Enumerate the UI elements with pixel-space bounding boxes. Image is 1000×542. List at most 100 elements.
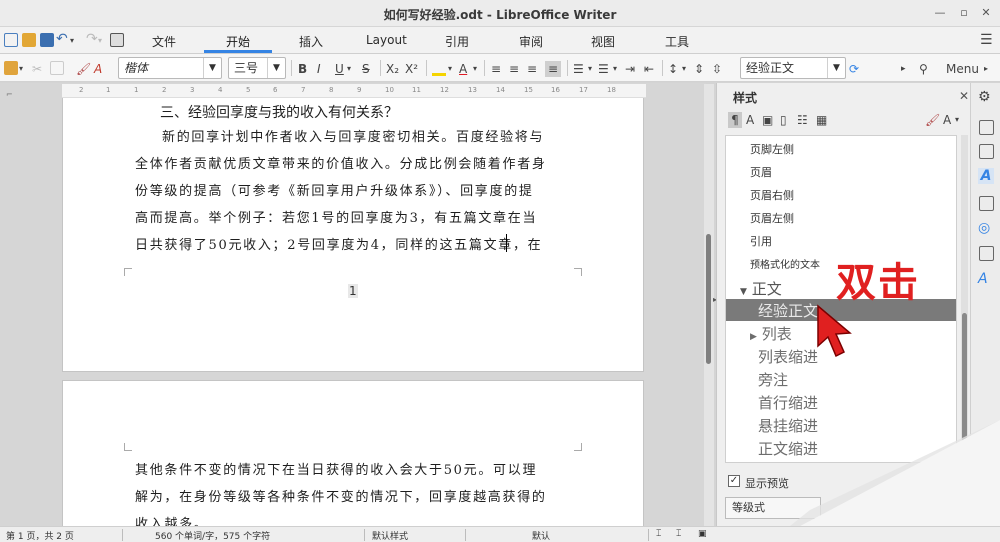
tab-file[interactable]: 文件 xyxy=(152,33,176,50)
styles-inspector-icon[interactable]: ⚲ xyxy=(919,61,928,77)
new-style-icon[interactable]: A xyxy=(943,112,951,128)
insert-mode-icon[interactable]: ⌶ xyxy=(656,529,661,539)
highlight-dropdown-icon[interactable]: ▾ xyxy=(448,61,452,77)
font-color-dropdown-icon[interactable]: ▾ xyxy=(473,61,477,77)
bullet-list-icon[interactable]: ☰ xyxy=(573,61,584,77)
strikethrough-button[interactable]: S xyxy=(362,61,370,77)
italic-button[interactable]: I xyxy=(317,61,321,77)
style-item[interactable]: 预格式化的文本 xyxy=(750,256,820,271)
paragraph-style-dropdown-icon[interactable]: ▼ xyxy=(827,58,845,78)
increase-indent-icon[interactable]: ⇥ xyxy=(625,61,635,77)
expand-arrow-icon[interactable]: ▼ xyxy=(740,287,747,297)
redo-icon[interactable]: ↷ xyxy=(86,31,98,47)
style-list-scrollbar[interactable] xyxy=(961,135,968,463)
numbered-list-icon[interactable]: ☰ xyxy=(598,61,609,77)
numbered-list-dropdown-icon[interactable]: ▾ xyxy=(613,61,617,77)
tab-layout[interactable]: Layout xyxy=(366,33,407,47)
save-icon[interactable] xyxy=(40,33,54,47)
tab-tools[interactable]: 工具 xyxy=(665,33,689,50)
page-styles-icon[interactable]: ▯ xyxy=(780,112,787,128)
word-count[interactable]: 560 个单词/字，575 个字符 xyxy=(155,529,270,542)
font-size-combo[interactable]: 三号 ▼ xyxy=(228,57,286,79)
paragraph-style-combo[interactable]: 经验正文 ▼ xyxy=(740,57,846,79)
bold-button[interactable]: B xyxy=(298,61,307,77)
page-count[interactable]: 第 1 页，共 2 页 xyxy=(6,529,74,542)
font-name-dropdown-icon[interactable]: ▼ xyxy=(203,58,221,78)
toolbar-overflow-icon[interactable]: ▸ xyxy=(901,61,906,77)
tab-home[interactable]: 开始 xyxy=(226,33,250,50)
character-styles-icon[interactable]: A xyxy=(746,112,754,128)
style-item[interactable]: 旁注 xyxy=(758,369,788,390)
frame-styles-icon[interactable]: ▣ xyxy=(762,112,773,128)
document-scrollbar[interactable] xyxy=(704,84,714,526)
style-item[interactable]: 首行缩进 xyxy=(758,392,818,413)
maximize-icon[interactable]: ▫ xyxy=(956,5,972,21)
clone-formatting-icon[interactable]: 🖌 xyxy=(76,61,91,77)
redo-dropdown-icon[interactable]: ▾ xyxy=(98,33,102,49)
paragraph-spacing-alt-icon[interactable]: ⇳ xyxy=(712,61,722,77)
manage-changes-deck-icon[interactable] xyxy=(979,246,994,261)
selection-mode-icon[interactable]: ⌶ xyxy=(676,529,681,539)
gallery-deck-icon[interactable] xyxy=(979,196,994,211)
tab-references[interactable]: 引用 xyxy=(445,33,469,50)
tab-insert[interactable]: 插入 xyxy=(299,33,323,50)
style-item[interactable]: 页眉 xyxy=(750,164,772,180)
highlight-color-icon[interactable] xyxy=(432,61,446,77)
style-group-row[interactable]: ▼ 正文 xyxy=(740,278,782,299)
line-spacing-dropdown-icon[interactable]: ▾ xyxy=(682,61,686,77)
decrease-indent-icon[interactable]: ⇤ xyxy=(644,61,654,77)
show-preview-checkbox[interactable]: ✓ xyxy=(728,475,740,487)
copy-icon[interactable] xyxy=(50,61,64,75)
style-item[interactable]: 列表缩进 xyxy=(758,346,818,367)
fill-format-icon[interactable]: 🖌 xyxy=(925,112,940,128)
paragraph-styles-icon[interactable]: ¶ xyxy=(728,112,742,128)
underline-dropdown-icon[interactable]: ▾ xyxy=(347,61,351,77)
font-name-combo[interactable]: 楷体 ▼ xyxy=(118,57,222,79)
font-color-icon[interactable]: A xyxy=(459,61,467,77)
new-document-icon[interactable] xyxy=(4,33,18,47)
style-group-row[interactable]: ▶ 列表 xyxy=(750,323,792,344)
style-item[interactable]: 引用 xyxy=(750,233,772,249)
navigator-deck-icon[interactable]: ◎ xyxy=(978,220,990,236)
style-item[interactable]: 页眉右侧 xyxy=(750,187,794,203)
open-folder-icon[interactable] xyxy=(22,33,36,47)
hamburger-menu-icon[interactable]: ☰ xyxy=(980,32,993,48)
font-size-dropdown-icon[interactable]: ▼ xyxy=(267,58,285,78)
subscript-button[interactable]: X₂ xyxy=(386,61,399,77)
menu-dropdown-icon[interactable]: ▸ xyxy=(984,61,988,77)
align-right-icon[interactable]: ≡ xyxy=(527,61,537,77)
print-icon[interactable] xyxy=(110,33,124,47)
superscript-button[interactable]: X² xyxy=(405,61,418,77)
styles-deck-icon[interactable]: A xyxy=(978,168,994,184)
underline-button[interactable]: U xyxy=(335,61,344,77)
style-item[interactable]: 页眉左侧 xyxy=(750,210,794,226)
menu-button[interactable]: Menu xyxy=(946,61,979,77)
style-item[interactable]: 页脚左侧 xyxy=(750,141,794,157)
align-center-icon[interactable]: ≡ xyxy=(509,61,519,77)
cut-icon[interactable]: ✂ xyxy=(32,61,42,77)
table-styles-icon[interactable]: ▦ xyxy=(816,112,827,128)
bullet-list-dropdown-icon[interactable]: ▾ xyxy=(588,61,592,77)
language-status[interactable]: 默认 xyxy=(532,529,550,542)
document-scrollbar-thumb[interactable] xyxy=(706,234,711,364)
paragraph-spacing-icon[interactable]: ⇕ xyxy=(694,61,704,77)
sidebar-close-icon[interactable]: ✕ xyxy=(959,89,969,103)
properties-deck-icon[interactable] xyxy=(979,120,994,135)
undo-icon[interactable]: ↶ xyxy=(56,31,68,47)
tab-review[interactable]: 审阅 xyxy=(519,33,543,50)
paste-dropdown-icon[interactable]: ▾ xyxy=(19,61,23,77)
paste-icon[interactable] xyxy=(4,61,18,75)
style-actions-dropdown-icon[interactable]: ▾ xyxy=(955,112,959,128)
clear-formatting-icon[interactable]: A xyxy=(94,61,102,77)
deck-settings-icon[interactable]: ⚙ xyxy=(978,89,991,105)
update-style-icon[interactable]: ⟳ xyxy=(849,61,859,77)
horizontal-ruler[interactable]: 2 1 1 2 3 4 5 6 7 8 9 10 11 12 13 14 15 16 17 18 xyxy=(62,84,646,98)
list-styles-icon[interactable]: ☷ xyxy=(797,112,808,128)
page-style-status[interactable]: 默认样式 xyxy=(372,529,408,542)
undo-dropdown-icon[interactable]: ▾ xyxy=(70,33,74,49)
style-inspector-deck-icon[interactable]: A xyxy=(978,271,988,287)
close-icon[interactable]: ✕ xyxy=(978,5,994,21)
justify-icon[interactable]: ≡ xyxy=(545,61,561,77)
collapse-arrow-icon[interactable]: ▶ xyxy=(750,332,757,342)
page-deck-icon[interactable] xyxy=(979,144,994,159)
